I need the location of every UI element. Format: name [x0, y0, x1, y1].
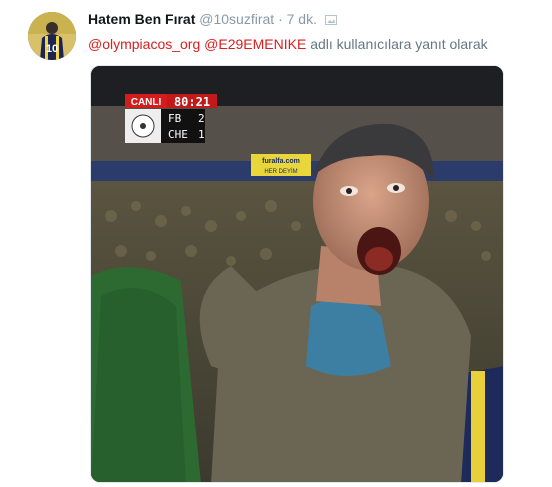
photo-video-still-icon: CANLI 80:21 FB 2 CHE 1 furalfa.com HER D…: [91, 66, 503, 482]
live-label: CANLI: [131, 97, 162, 108]
banner-text-1: furalfa.com: [262, 158, 300, 165]
team-1-name: FB: [168, 112, 182, 125]
author-name[interactable]: Hatem Ben Fırat: [88, 11, 195, 27]
ad-banner: furalfa.com HER DEYİM: [251, 154, 311, 176]
team-2-name: CHE: [168, 128, 188, 141]
tweet-media[interactable]: CANLI 80:21 FB 2 CHE 1 furalfa.com HER D…: [90, 65, 504, 483]
tweet: 10 Hatem Ben Fırat @10suzfirat · 7 dk. @…: [0, 0, 552, 487]
reply-context: @olympiacos_org @E29EMENIKE adlı kullanı…: [88, 35, 488, 53]
mention-e29emenike[interactable]: @E29EMENIKE: [204, 36, 306, 52]
author-handle[interactable]: @10suzfirat: [199, 11, 274, 27]
avatar-photo-icon: 10: [28, 12, 76, 60]
tweet-header: Hatem Ben Fırat @10suzfirat · 7 dk.: [88, 11, 337, 27]
author-avatar[interactable]: 10: [28, 12, 76, 60]
team-1-score: 2: [198, 112, 205, 125]
banner-text-2: HER DEYİM: [264, 168, 297, 175]
match-clock: 80:21: [174, 95, 210, 109]
image-icon: [324, 15, 337, 25]
tweet-time[interactable]: 7 dk.: [287, 11, 317, 27]
score-overlay: CANLI 80:21 FB 2 CHE 1: [125, 94, 217, 143]
reply-context-text: adlı kullanıcılara yanıt olarak: [310, 36, 488, 52]
separator-dot: ·: [278, 11, 283, 27]
team-2-score: 1: [198, 128, 205, 141]
mention-olympiacos[interactable]: @olympiacos_org: [88, 36, 200, 52]
avatar-jersey-number: 10: [46, 43, 58, 55]
